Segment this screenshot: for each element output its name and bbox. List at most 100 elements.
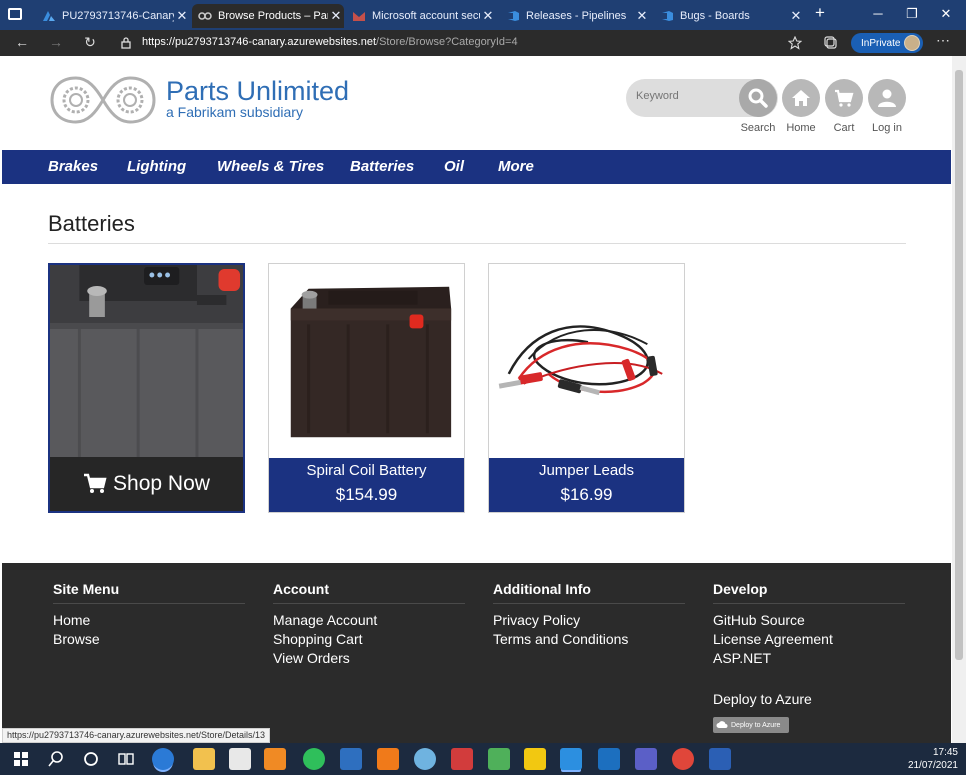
deploy-to-azure-title: Deploy to Azure <box>713 691 812 707</box>
scrollbar-thumb[interactable] <box>955 70 963 660</box>
power-bi-icon[interactable] <box>524 748 546 770</box>
scrollbar[interactable] <box>952 56 966 743</box>
url-path: /Store/Browse?CategoryId=4 <box>376 36 518 48</box>
product-card[interactable]: Shop Now <box>48 263 245 513</box>
azure-devops-icon <box>662 11 673 21</box>
tab-close-icon[interactable]: ✕ <box>328 8 344 24</box>
close-window-button[interactable]: ✕ <box>931 6 961 22</box>
footer-link-privacy-policy[interactable]: Privacy Policy <box>493 612 580 628</box>
paint-icon[interactable] <box>414 748 436 770</box>
favorites-star-icon[interactable] <box>788 36 802 50</box>
store-icon[interactable] <box>229 748 251 770</box>
app-icon-orange[interactable] <box>377 748 399 770</box>
collections-icon[interactable] <box>824 36 838 50</box>
cart-button[interactable] <box>825 79 863 117</box>
system-clock[interactable]: 17:45 21/07/2021 <box>908 746 958 772</box>
tab-browse-products[interactable]: Browse Products – Parts U ✕ <box>192 4 344 28</box>
tab-azure[interactable]: PU2793713746-Canary - M ✕ <box>36 4 190 28</box>
app-icon-red[interactable] <box>451 748 473 770</box>
product-name[interactable]: Jumper Leads <box>489 462 684 479</box>
footer-link-shopping-cart[interactable]: Shopping Cart <box>273 631 363 647</box>
media-player-icon[interactable] <box>264 748 286 770</box>
url-host: https://pu2793713746-canary.azurewebsite… <box>142 36 377 48</box>
whatsapp-icon[interactable] <box>303 748 325 770</box>
cortana-icon[interactable] <box>80 748 102 770</box>
search-icon[interactable] <box>45 748 67 770</box>
nav-more[interactable]: More <box>498 158 534 175</box>
address-bar: ← → ↻ https://pu2793713746-canary.azurew… <box>0 30 966 56</box>
search-input[interactable] <box>636 90 736 102</box>
footer-link-manage-account[interactable]: Manage Account <box>273 612 377 628</box>
product-image-jumper-cables <box>489 264 684 460</box>
footer-link-license[interactable]: License Agreement <box>713 631 833 647</box>
product-name[interactable]: Spiral Coil Battery <box>269 462 464 479</box>
word-icon[interactable] <box>709 748 731 770</box>
footer-heading: Site Menu <box>53 581 120 597</box>
footer-link-browse[interactable]: Browse <box>53 631 100 647</box>
nav-lighting[interactable]: Lighting <box>127 158 186 175</box>
url-field[interactable]: https://pu2793713746-canary.azurewebsite… <box>142 36 518 48</box>
cloud-icon <box>716 721 728 728</box>
footer-divider <box>273 603 465 604</box>
settings-menu-icon[interactable]: ⋯ <box>933 32 953 49</box>
file-explorer-icon[interactable] <box>193 748 215 770</box>
home-button[interactable] <box>782 79 820 117</box>
shop-now-label: Shop Now <box>113 472 210 495</box>
shop-now-button[interactable]: Shop Now <box>50 457 243 511</box>
login-label[interactable]: Log in <box>862 122 912 134</box>
search-button[interactable] <box>739 79 777 117</box>
site-footer: Site Menu Home Browse Account Manage Acc… <box>2 563 951 743</box>
product-card[interactable]: Jumper Leads $16.99 <box>488 263 685 513</box>
category-nav: Brakes Lighting Wheels & Tires Batteries… <box>2 150 951 184</box>
nav-batteries[interactable]: Batteries <box>350 158 414 175</box>
tab-close-icon[interactable]: ✕ <box>480 8 496 24</box>
windows-start-icon[interactable] <box>10 748 32 770</box>
gmail-icon <box>353 12 365 21</box>
teams-icon[interactable] <box>635 748 657 770</box>
tab-close-icon[interactable]: ✕ <box>174 8 190 24</box>
vscode-icon[interactable] <box>560 748 582 770</box>
footer-heading: Develop <box>713 581 768 597</box>
nav-brakes[interactable]: Brakes <box>48 158 98 175</box>
footer-link-github-source[interactable]: GitHub Source <box>713 612 805 628</box>
home-icon <box>792 90 810 106</box>
cart-icon <box>84 473 107 493</box>
vmware-icon[interactable] <box>340 748 362 770</box>
login-button[interactable] <box>868 79 906 117</box>
tab-title: Releases - Pipelines <box>526 10 627 22</box>
tab-title: Bugs - Boards <box>680 10 750 22</box>
deploy-to-azure-button[interactable]: Deploy to Azure <box>713 717 789 733</box>
back-button[interactable]: ← <box>12 34 32 50</box>
outlook-icon[interactable] <box>598 748 620 770</box>
browser-tab-bar: PU2793713746-Canary - M ✕ Browse Product… <box>0 0 966 30</box>
tab-bugs-boards[interactable]: Bugs - Boards ✕ <box>654 4 804 28</box>
brand-name[interactable]: Parts Unlimited <box>166 76 349 107</box>
inprivate-badge[interactable]: InPrivate <box>851 33 923 53</box>
chrome-icon[interactable] <box>672 748 694 770</box>
forward-button[interactable]: → <box>46 34 66 50</box>
footer-link-aspnet[interactable]: ASP.NET <box>713 650 771 666</box>
parts-unlimited-icon <box>198 12 212 20</box>
tab-microsoft-account[interactable]: Microsoft account security ✕ <box>346 4 496 28</box>
edge-icon[interactable] <box>152 748 174 770</box>
footer-heading: Account <box>273 581 329 597</box>
cart-icon <box>835 89 854 107</box>
restore-button[interactable]: ❐ <box>897 6 927 22</box>
tab-actions-icon[interactable] <box>8 8 22 20</box>
footer-link-home[interactable]: Home <box>53 612 90 628</box>
product-image-car-battery <box>269 264 464 460</box>
nav-wheels-tires[interactable]: Wheels & Tires <box>217 158 324 175</box>
new-tab-button[interactable]: + <box>805 3 835 23</box>
tab-close-icon[interactable]: ✕ <box>788 8 804 24</box>
tab-close-icon[interactable]: ✕ <box>634 8 650 24</box>
snip-icon[interactable] <box>488 748 510 770</box>
minimize-button[interactable]: ─ <box>863 6 893 21</box>
product-card[interactable]: Spiral Coil Battery $154.99 <box>268 263 465 513</box>
footer-link-view-orders[interactable]: View Orders <box>273 650 350 666</box>
brand-tagline: a Fabrikam subsidiary <box>166 104 303 120</box>
nav-oil[interactable]: Oil <box>444 158 464 175</box>
footer-link-terms[interactable]: Terms and Conditions <box>493 631 628 647</box>
refresh-button[interactable]: ↻ <box>80 34 100 51</box>
task-view-icon[interactable] <box>115 748 137 770</box>
tab-releases-pipelines[interactable]: Releases - Pipelines ✕ <box>500 4 650 28</box>
